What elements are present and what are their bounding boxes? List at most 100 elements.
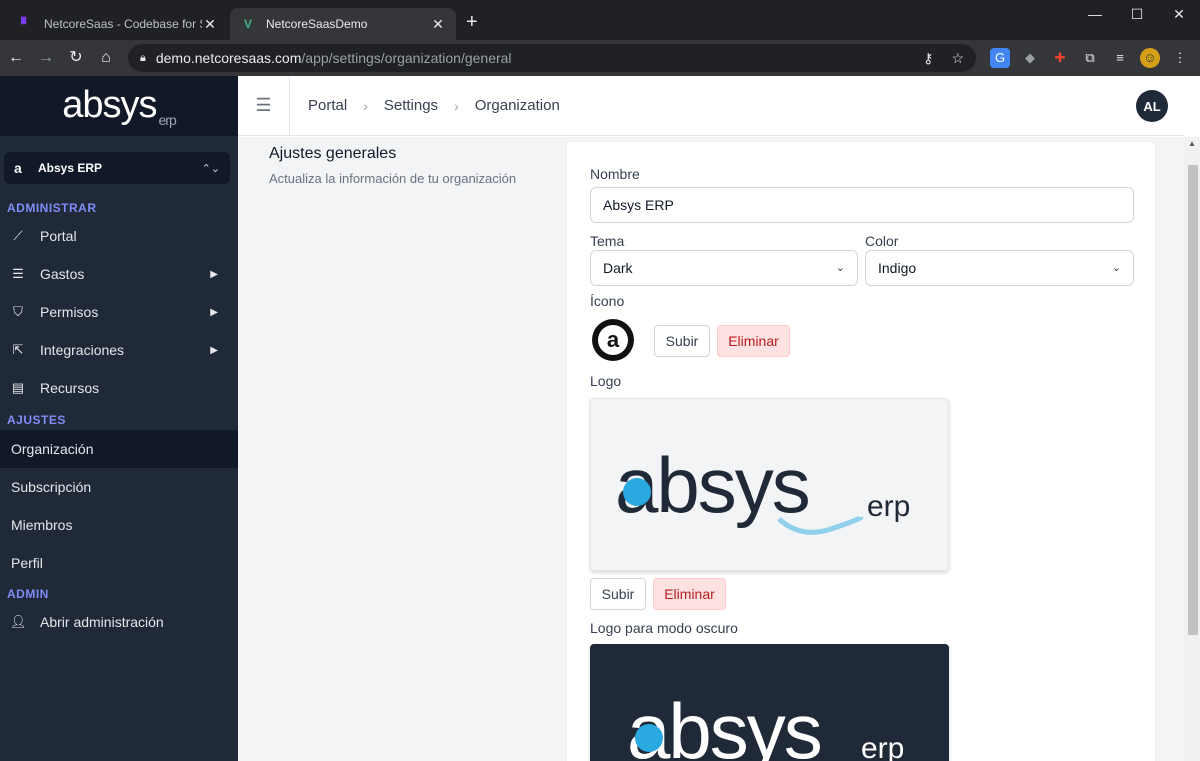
url-host: demo.netcoresaas.com [155,50,302,66]
user-cog-icon: 👤︎ [10,614,27,629]
sidebar-item-perfil[interactable]: Perfil [0,544,238,582]
brand-name: absys [62,83,157,126]
browser-toolbar: ← → ↻ ⌂ 🔒︎ demo.netcoresaas.com/app/sett… [0,40,1200,76]
section-administrar: ADMINISTRAR [7,201,97,215]
nombre-value: Absys ERP [603,197,674,213]
sidebar-item-label: Miembros [11,517,73,533]
close-tab-icon[interactable]: ✕ [430,16,446,33]
translate-extension-icon[interactable]: G [990,48,1010,68]
expand-arrow-icon: ▶ [210,268,218,280]
icono-label: Ícono [590,293,625,309]
breadcrumb: Portal › Settings › Organization [308,97,560,114]
lock-icon: 🔒︎ [140,51,146,64]
page-scrollbar[interactable]: ▲ [1184,137,1200,761]
organization-selector[interactable]: a Absys ERP ⌃⌄ [4,152,230,184]
sidebar-item-label: Abrir administración [40,614,164,630]
sidebar-item-label: Permisos [40,304,99,320]
logo-dark-suffix: erp [861,732,904,761]
sidebar-item-recursos[interactable]: ▤ Recursos [0,369,238,407]
sidebar-item-label: Subscripción [11,479,92,495]
sidebar-item-gastos[interactable]: ☰ Gastos ▶ [0,255,238,293]
url-path: /app/settings/organization/general [301,50,512,66]
sidebar-item-portal[interactable]: ⟋ Portal [0,217,238,255]
sidebar-item-label: Integraciones [40,342,125,358]
sidebar-item-permisos[interactable]: ⛉ Permisos ▶ [0,293,238,331]
main-content: Ajustes generales Actualiza la informaci… [238,137,1184,761]
vue-favicon-icon: V [243,17,252,31]
external-link-icon: ⇱ [12,342,24,357]
breadcrumb-portal[interactable]: Portal [308,97,347,114]
netcoresaas-favicon-icon: ▘ [21,17,31,31]
shield-icon: ⛉ [13,304,23,319]
profile-avatar-icon[interactable]: ☺ [1140,48,1160,68]
back-icon[interactable]: ← [6,48,26,68]
section-ajustes: AJUSTES [7,413,66,427]
home-icon[interactable]: ⌂ [96,48,116,68]
browser-tab-demo[interactable]: V NetcoreSaasDemo ✕ [230,8,456,40]
logo-upload-button[interactable]: Subir [590,578,646,610]
star-icon[interactable]: ☆ [951,50,964,67]
close-tab-icon[interactable]: ✕ [202,16,218,33]
page-title: Ajustes generales [269,145,397,162]
user-avatar[interactable]: AL [1136,90,1168,122]
dropbox-extension-icon[interactable]: ◆ [1020,48,1040,68]
chart-line-icon: ⟋ [13,228,23,243]
list-icon: ☰ [12,266,24,281]
org-icon: a [14,160,22,176]
page-subtitle: Actualiza la información de tu organizac… [269,171,517,186]
chevron-updown-icon: ⌃⌄ [201,162,220,175]
scrollbar-thumb[interactable] [1188,165,1198,635]
address-bar[interactable]: 🔒︎ demo.netcoresaas.com/app/settings/org… [128,44,976,72]
settings-form: Nombre Absys ERP Tema Dark ⌄ Color Indig… [567,142,1155,761]
top-bar: ☰ Portal › Settings › Organization AL [238,75,1184,136]
absys-logo-dark-image: absys erp [627,687,904,761]
sidebar-item-subscripcion[interactable]: Subscripción [0,468,238,506]
icono-upload-button[interactable]: Subir [654,325,710,357]
tema-select[interactable]: Dark ⌄ [590,250,858,286]
close-window-icon[interactable]: ✕ [1169,6,1189,23]
breadcrumb-settings[interactable]: Settings [384,97,438,114]
expand-arrow-icon: ▶ [210,306,218,318]
logo-delete-button[interactable]: Eliminar [653,578,726,610]
plus-extension-icon[interactable]: ✚ [1050,48,1070,68]
expand-arrow-icon: ▶ [210,344,218,356]
nombre-input[interactable]: Absys ERP [590,187,1134,223]
icon-a-glyph: a [598,325,628,355]
chevron-right-icon: › [454,97,459,114]
sidebar: absys erp a Absys ERP ⌃⌄ ADMINISTRAR ⟋ Po… [0,76,238,761]
color-select[interactable]: Indigo ⌄ [865,250,1134,286]
sidebar-item-label: Gastos [40,266,85,282]
reload-icon[interactable]: ↻ [66,48,86,68]
media-queue-icon[interactable]: ≡ [1110,48,1130,68]
tab-title: NetcoreSaas - Codebase for SaaS [44,17,202,31]
browser-tab-netcoresaas[interactable]: ▘ NetcoreSaas - Codebase for SaaS ✕ [8,8,228,40]
absys-logo-image: absys erp [615,441,910,535]
tab-title: NetcoreSaasDemo [266,17,368,31]
menu-icon[interactable]: ☰ [238,75,290,136]
sidebar-item-organizacion[interactable]: Organización [0,430,238,468]
icono-delete-button[interactable]: Eliminar [717,325,790,357]
chevron-down-icon: ⌄ [1111,262,1121,274]
chevron-down-icon: ⌄ [835,262,845,274]
logo-dark-blue-dot [635,724,663,752]
color-value: Indigo [878,260,917,276]
breadcrumb-organization[interactable]: Organization [475,97,560,114]
maximize-icon[interactable]: ☐ [1127,6,1147,23]
puzzle-extensions-icon[interactable]: ⧉ [1080,48,1100,68]
logo-label: Logo [590,373,622,389]
new-tab-icon[interactable]: + [466,12,478,32]
brand-logo: absys erp [62,83,177,129]
forward-icon[interactable]: → [36,48,56,68]
logo-dark-label: Logo para modo oscuro [590,620,738,636]
kebab-menu-icon[interactable]: ⋮ [1170,48,1190,68]
nombre-label: Nombre [590,166,640,182]
org-name: Absys ERP [38,161,103,175]
sidebar-item-integraciones[interactable]: ⇱ Integraciones ▶ [0,331,238,369]
minimize-icon[interactable]: — [1085,6,1105,22]
sidebar-item-miembros[interactable]: Miembros [0,506,238,544]
sidebar-brand[interactable]: absys erp [0,76,238,136]
key-icon[interactable]: ⚷ [923,50,933,67]
sidebar-item-abrir-administracion[interactable]: 👤︎ Abrir administración [0,603,238,641]
section-admin: ADMIN [7,587,49,601]
scroll-up-icon[interactable]: ▲ [1188,139,1196,148]
